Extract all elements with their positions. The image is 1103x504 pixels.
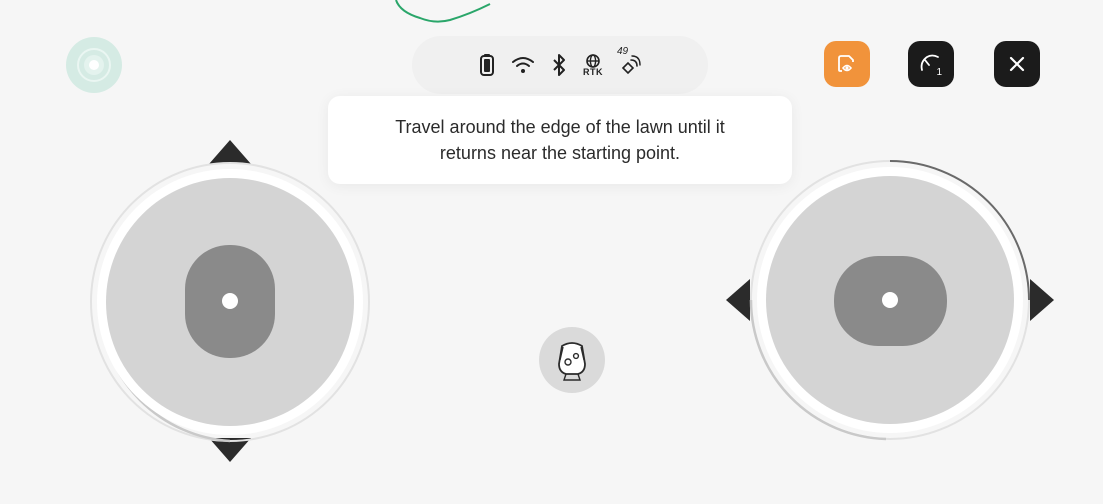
close-icon [1009,56,1025,72]
speed-button[interactable]: 1 [908,41,954,87]
status-bar: RTK 49 [412,36,708,94]
eye-view-icon [838,55,854,72]
satellite-signal-icon: 49 [617,46,641,76]
rtk-icon: RTK [583,53,603,77]
turn-left-arrow-icon [726,279,750,321]
bluetooth-icon [551,53,567,77]
wifi-icon [511,55,535,75]
locate-button[interactable] [66,37,122,93]
speed-level: 1 [936,67,942,78]
battery-icon [479,53,495,77]
view-button[interactable] [824,41,870,87]
rtk-label: RTK [583,66,603,77]
mower-avatar [539,327,605,393]
instruction-text: Travel around the edge of the lawn until… [395,117,725,163]
forward-arrow-icon [209,140,251,164]
instruction-tooltip: Travel around the edge of the lawn until… [328,96,792,184]
satellite-count: 49 [617,46,629,57]
left-joystick-forward-backward[interactable] [88,140,372,464]
map-path [395,0,491,23]
mower-icon [558,342,586,381]
turn-right-arrow-icon [1030,279,1054,321]
close-button[interactable] [994,41,1040,87]
locate-icon [77,48,111,82]
right-joystick-left-right[interactable] [726,158,1054,442]
